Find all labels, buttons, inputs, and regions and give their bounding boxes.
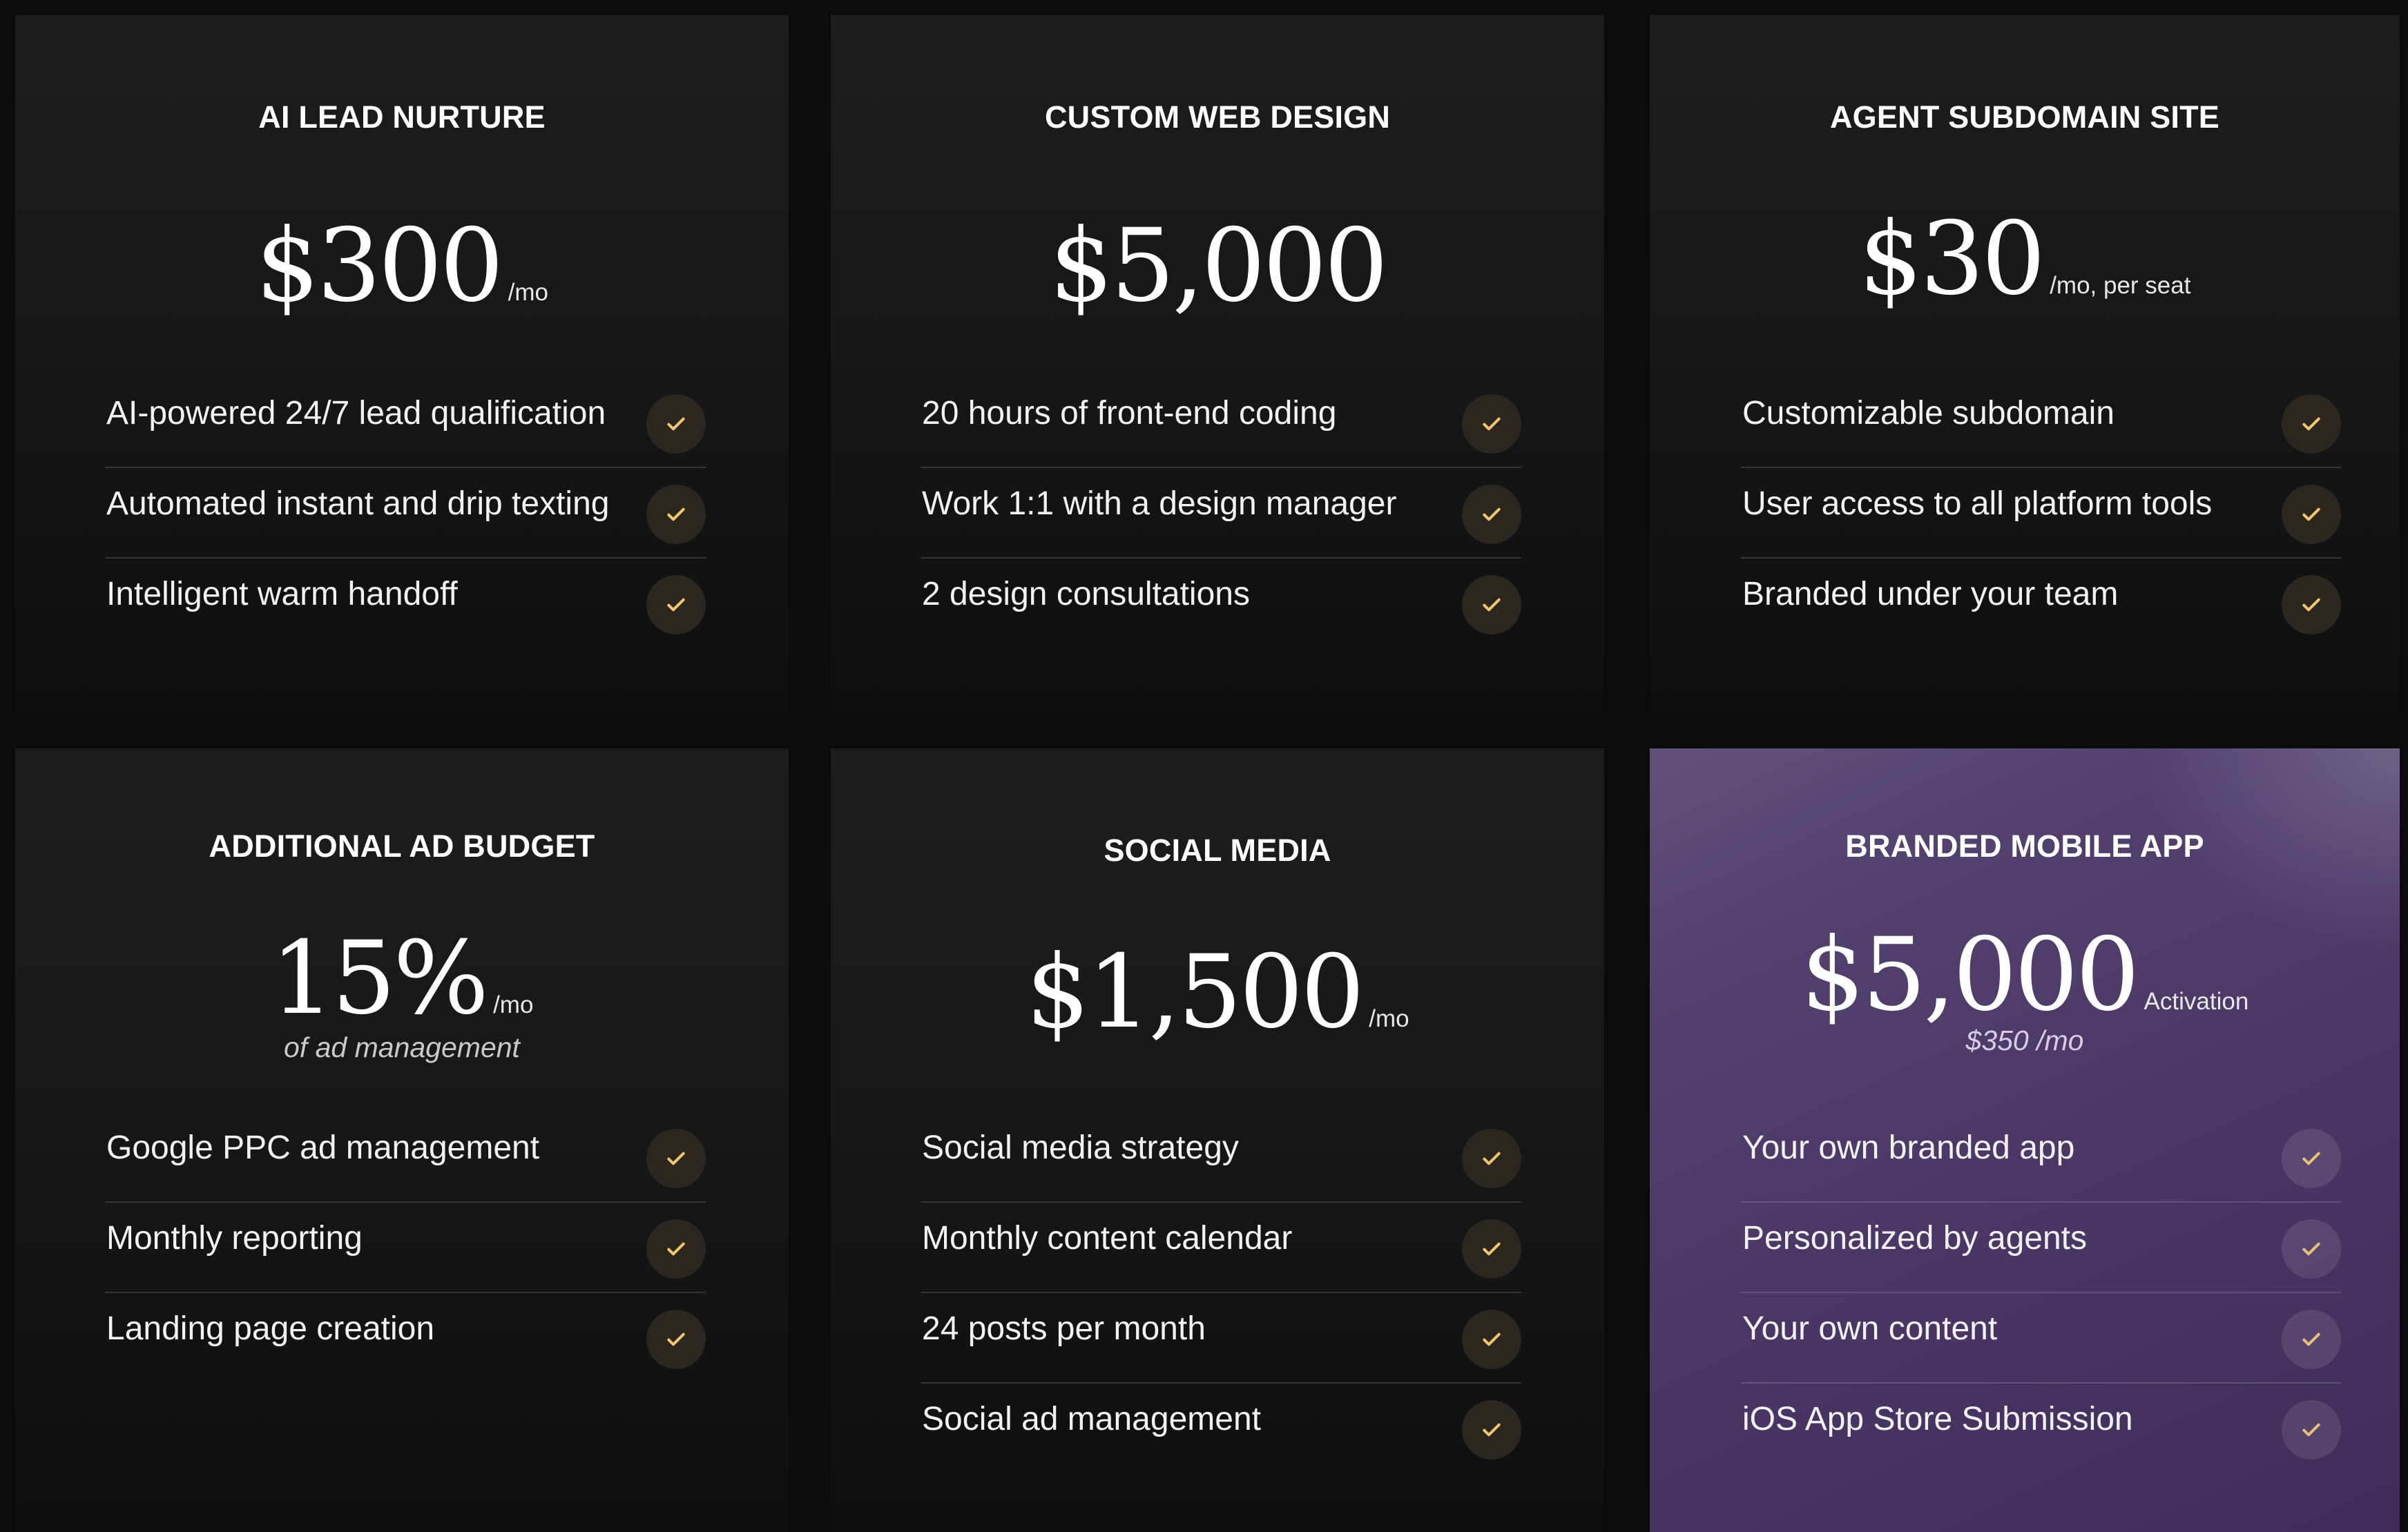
price-amount: 15% (270, 920, 490, 1037)
feature-item: Your own branded app (1741, 1112, 2341, 1203)
feature-label: Monthly content calendar (922, 1220, 1293, 1257)
feature-label: iOS App Store Submission (1742, 1401, 2133, 1437)
feature-label: Landing page creation (106, 1310, 435, 1347)
card-title: AGENT SUBDOMAIN SITE (1829, 99, 2220, 135)
checkmark-icon (2282, 1400, 2341, 1460)
checkmark-icon (646, 575, 706, 634)
feature-item: Your own content (1741, 1293, 2341, 1384)
feature-label: AI-powered 24/7 lead qualification (106, 395, 606, 432)
pricing-card-ai-lead-nurture: AI LEAD NURTURE $300 /mo AI-powered 24/7… (15, 15, 789, 712)
feature-label: Google PPC ad management (106, 1129, 540, 1166)
feature-label: 24 posts per month (922, 1310, 1206, 1347)
price-unit: /mo (1369, 1005, 1409, 1032)
pricing-card-custom-web-design: CUSTOM WEB DESIGN $5,000 20 hours of fro… (831, 15, 1604, 712)
feature-label: Social media strategy (922, 1129, 1239, 1166)
feature-label: User access to all platform tools (1742, 485, 2213, 522)
checkmark-icon (646, 1129, 706, 1188)
price-row: $30 /mo, per seat (1650, 209, 2400, 309)
feature-item: Monthly content calendar (921, 1203, 1521, 1293)
feature-item: Monthly reporting (105, 1203, 706, 1293)
feature-item: Intelligent warm handoff (105, 559, 706, 649)
feature-item: Social media strategy (921, 1112, 1521, 1203)
card-title: SOCIAL MEDIA (1104, 833, 1331, 868)
price-unit: Activation (2144, 988, 2249, 1015)
feature-item: Work 1:1 with a design manager (921, 468, 1521, 559)
feature-label: Intelligent warm handoff (106, 576, 458, 612)
checkmark-icon (2282, 485, 2341, 544)
feature-label: 20 hours of front-end coding (922, 395, 1337, 432)
checkmark-icon (1462, 1129, 1521, 1188)
checkmark-icon (2282, 575, 2341, 634)
feature-label: Automated instant and drip texting (106, 485, 610, 522)
feature-list: Customizable subdomain User access to al… (1741, 378, 2341, 649)
price-amount: $30 (1858, 200, 2046, 318)
feature-label: Work 1:1 with a design manager (922, 485, 1397, 522)
price-subtext: of ad management (284, 1031, 520, 1063)
pricing-grid: AI LEAD NURTURE $300 /mo AI-powered 24/7… (0, 0, 2408, 1532)
feature-item: 20 hours of front-end coding (921, 378, 1521, 468)
feature-list: Social media strategy Monthly content ca… (921, 1112, 1521, 1474)
feature-label: Your own branded app (1742, 1129, 2075, 1166)
feature-item: Automated instant and drip texting (105, 468, 706, 559)
feature-label: Customizable subdomain (1742, 395, 2115, 432)
checkmark-icon (2282, 1310, 2341, 1369)
price-unit: /mo (493, 991, 534, 1018)
feature-item: Branded under your team (1741, 559, 2341, 649)
checkmark-icon (1462, 1219, 1521, 1279)
feature-item: Landing page creation (105, 1293, 706, 1384)
price-unit: /mo, per seat (2050, 272, 2191, 299)
feature-label: Your own content (1742, 1310, 1998, 1347)
checkmark-icon (1462, 1310, 1521, 1369)
price-amount: $1,500 (1025, 933, 1365, 1051)
feature-label: Branded under your team (1742, 576, 2119, 612)
price-amount: $5,000 (1800, 916, 2140, 1034)
price-row: $5,000 (831, 215, 1604, 316)
pricing-card-social-media: SOCIAL MEDIA $1,500 /mo Social media str… (831, 748, 1604, 1532)
checkmark-icon (2282, 1219, 2341, 1279)
checkmark-icon (1462, 394, 1521, 454)
feature-item: 24 posts per month (921, 1293, 1521, 1384)
pricing-card-branded-mobile-app: BRANDED MOBILE APP $5,000 Activation $35… (1650, 748, 2400, 1532)
feature-item: 2 design consultations (921, 559, 1521, 649)
checkmark-icon (646, 1310, 706, 1369)
feature-label: 2 design consultations (922, 576, 1250, 612)
checkmark-icon (1462, 1400, 1521, 1460)
feature-item: iOS App Store Submission (1741, 1384, 2341, 1474)
feature-item: User access to all platform tools (1741, 468, 2341, 559)
price-row: $1,500 /mo (831, 942, 1604, 1043)
checkmark-icon (1462, 485, 1521, 544)
feature-list: AI-powered 24/7 lead qualification Autom… (105, 378, 706, 649)
checkmark-icon (646, 394, 706, 454)
feature-list: Google PPC ad management Monthly reporti… (105, 1112, 706, 1384)
price-subtext: $350 /mo (1965, 1025, 2084, 1056)
card-title: AI LEAD NURTURE (258, 99, 546, 135)
feature-list: Your own branded app Personalized by age… (1741, 1112, 2341, 1474)
price-row: 15% /mo (15, 928, 789, 1029)
price-amount: $5,000 (1049, 207, 1389, 324)
feature-item: Personalized by agents (1741, 1203, 2341, 1293)
card-title: ADDITIONAL AD BUDGET (209, 828, 595, 864)
feature-label: Personalized by agents (1742, 1220, 2087, 1257)
checkmark-icon (2282, 1129, 2341, 1188)
feature-label: Monthly reporting (106, 1220, 363, 1257)
pricing-card-agent-subdomain-site: AGENT SUBDOMAIN SITE $30 /mo, per seat C… (1650, 15, 2400, 712)
feature-item: AI-powered 24/7 lead qualification (105, 378, 706, 468)
price-row: $300 /mo (15, 215, 789, 316)
price-row: $5,000 Activation (1650, 924, 2400, 1025)
checkmark-icon (2282, 394, 2341, 454)
card-title: BRANDED MOBILE APP (1845, 828, 2204, 864)
feature-list: 20 hours of front-end coding Work 1:1 wi… (921, 378, 1521, 649)
feature-item: Customizable subdomain (1741, 378, 2341, 468)
card-title: CUSTOM WEB DESIGN (1044, 99, 1391, 135)
checkmark-icon (646, 1219, 706, 1279)
checkmark-icon (646, 485, 706, 544)
price-unit: /mo (508, 279, 548, 306)
checkmark-icon (1462, 575, 1521, 634)
pricing-card-additional-ad-budget: ADDITIONAL AD BUDGET 15% /mo of ad manag… (15, 748, 789, 1532)
price-amount: $300 (256, 207, 504, 324)
feature-item: Google PPC ad management (105, 1112, 706, 1203)
feature-label: Social ad management (922, 1401, 1261, 1437)
feature-item: Social ad management (921, 1384, 1521, 1474)
